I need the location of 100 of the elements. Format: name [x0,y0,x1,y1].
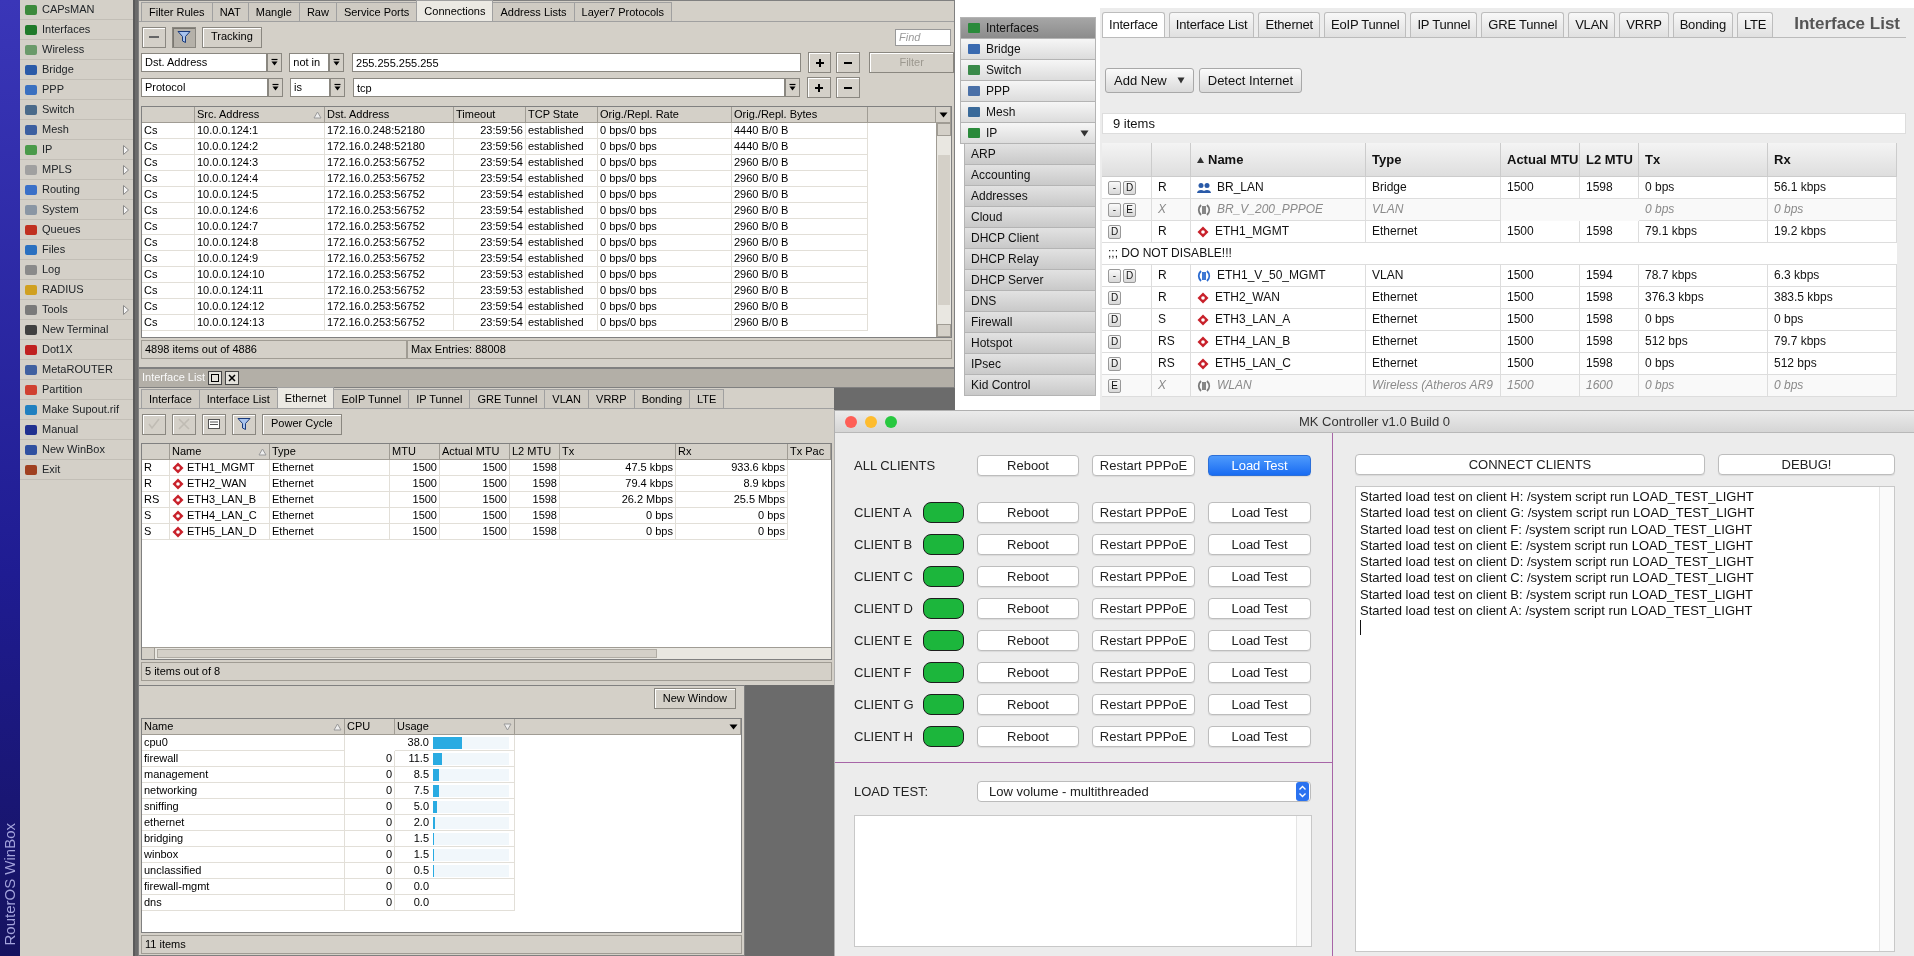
action-button[interactable]: Restart PPPoE [1092,598,1195,619]
action-button[interactable]: Load Test [1208,534,1311,555]
menu-item[interactable]: New Terminal [20,320,133,340]
menu-item[interactable]: IP [960,122,1096,144]
menu-item[interactable]: Kid Control [964,374,1096,396]
tab[interactable]: Bonding [633,389,690,408]
column-header[interactable]: Orig./Repl. Bytes [732,107,868,123]
menu-item[interactable]: Exit [20,460,133,480]
action-button[interactable]: Reboot [977,726,1079,747]
dropdown-button[interactable] [268,78,283,97]
menu-item[interactable]: Files [20,240,133,260]
action-button[interactable]: Load Test [1208,598,1311,619]
column-header[interactable]: TCP State [526,107,598,123]
menu-item[interactable]: Interfaces [960,17,1096,39]
tab[interactable]: Mangle [247,2,300,21]
tab[interactable]: Interface List [1168,12,1255,37]
tab[interactable]: VLAN [1568,12,1616,37]
menu-item[interactable]: DHCP Client [964,227,1096,249]
action-button[interactable]: Load Test [1208,455,1311,476]
connect-button[interactable]: CONNECT CLIENTS [1355,454,1705,475]
menu-item[interactable]: Accounting [964,164,1096,186]
tab[interactable]: Connections [416,0,494,21]
add-new-button[interactable]: Add New [1105,68,1194,93]
column-header[interactable]: Src. Address [195,107,325,123]
tab[interactable]: Layer7 Protocols [573,2,673,21]
filter-button[interactable] [172,26,196,48]
column-header[interactable]: Name [142,719,345,735]
action-button[interactable]: Reboot [977,502,1079,523]
column-header[interactable]: Usage [395,719,515,735]
menu-item[interactable]: MetaROUTER [20,360,133,380]
column-menu-button[interactable] [936,107,951,123]
menu-item[interactable]: Tools [20,300,133,320]
operator-field[interactable]: is [290,78,330,97]
add-button[interactable] [807,52,832,73]
dropdown-button[interactable] [785,78,800,97]
column-header[interactable]: Rx [1768,143,1897,177]
column-header[interactable]: Name [1191,143,1366,177]
menu-item[interactable]: MPLS [20,160,133,180]
tab[interactable]: VLAN [544,389,590,408]
menu-item[interactable]: Hotspot [964,332,1096,354]
menu-item[interactable]: Interfaces [20,20,133,40]
menu-item[interactable]: PPP [20,80,133,100]
column-header[interactable]: Type [270,444,390,460]
tab[interactable]: Bonding [1672,12,1733,37]
tab[interactable]: LTE [689,389,725,408]
menu-item[interactable]: Routing [20,180,133,200]
dropdown-button[interactable] [330,78,345,97]
tab[interactable]: Service Ports [335,2,418,21]
power-cycle-button[interactable]: Power Cycle [262,413,342,435]
property-field[interactable]: Protocol [141,78,268,97]
row-button[interactable]: D [1108,313,1121,327]
menu-item[interactable]: Switch [960,59,1096,81]
tab[interactable]: Interface List [198,389,278,408]
row-button[interactable]: D [1123,269,1136,283]
menu-item[interactable]: System [20,200,133,220]
menu-item[interactable]: Dot1X [20,340,133,360]
find-field[interactable]: Find [895,28,951,46]
action-button[interactable]: Load Test [1208,694,1311,715]
remove-button[interactable] [836,77,860,98]
column-header[interactable]: Type [1366,143,1501,177]
column-header[interactable]: Dst. Address [325,107,454,123]
dropdown-button[interactable] [329,53,344,72]
remove-button[interactable] [836,52,861,73]
action-button[interactable]: Restart PPPoE [1092,502,1195,523]
column-header[interactable]: Actual MTU [440,444,510,460]
tab[interactable]: VRRP [588,389,635,408]
action-button[interactable]: Reboot [977,598,1079,619]
row-button[interactable]: D [1108,335,1121,349]
menu-item[interactable]: Mesh [20,120,133,140]
action-button[interactable]: Reboot [977,534,1079,555]
row-button[interactable]: D [1108,225,1121,239]
column-header[interactable]: MTU [390,444,440,460]
operator-field[interactable]: not in [289,53,330,72]
property-field[interactable]: Dst. Address [141,53,268,72]
close-button[interactable] [225,371,239,385]
dropdown-button[interactable] [267,53,283,72]
action-button[interactable]: Restart PPPoE [1092,534,1195,555]
menu-item[interactable]: PPP [960,80,1096,102]
new-window-button[interactable]: New Window [653,688,736,709]
action-button[interactable]: Reboot [977,662,1079,683]
column-header[interactable]: Actual MTU [1501,143,1580,177]
menu-item[interactable]: CAPsMAN [20,0,133,20]
tab[interactable]: Raw [298,2,337,21]
filter-button[interactable] [232,413,256,435]
row-button[interactable]: D [1108,357,1121,371]
column-header[interactable]: Tx [1639,143,1768,177]
menu-item[interactable]: Switch [20,100,133,120]
row-button[interactable]: - [1108,181,1121,195]
menu-item[interactable]: Make Supout.rif [20,400,133,420]
debug-button[interactable]: DEBUG! [1718,454,1895,475]
tab[interactable]: Filter Rules [141,2,213,21]
menu-item[interactable]: New WinBox [20,440,133,460]
tracking-button[interactable]: Tracking [202,26,262,48]
action-button[interactable]: Load Test [1208,630,1311,651]
menu-item[interactable]: DHCP Server [964,269,1096,291]
action-button[interactable]: Restart PPPoE [1092,455,1195,476]
action-button[interactable]: Load Test [1208,502,1311,523]
menu-item[interactable]: IPsec [964,353,1096,375]
row-button[interactable]: D [1123,181,1136,195]
tab[interactable]: Ethernet [1258,12,1320,37]
